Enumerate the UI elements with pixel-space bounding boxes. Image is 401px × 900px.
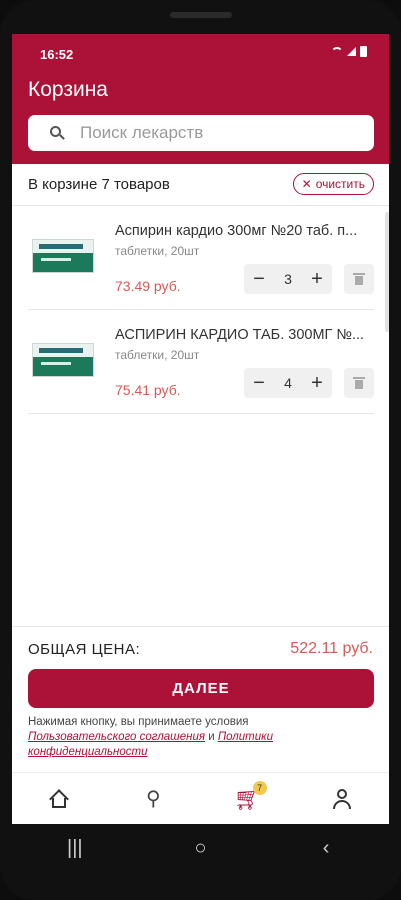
quantity-value: 4 bbox=[284, 375, 292, 391]
item-subtitle: таблетки, 20шт bbox=[115, 348, 200, 362]
total-value: 522.11 руб. bbox=[290, 640, 373, 657]
battery-icon bbox=[360, 46, 367, 57]
speaker-grille bbox=[170, 12, 232, 18]
signal-icon bbox=[347, 47, 356, 56]
close-icon: ✕ bbox=[301, 177, 312, 191]
status-icons bbox=[331, 46, 367, 57]
scrollbar[interactable] bbox=[385, 212, 389, 332]
status-time: 16:52 bbox=[40, 47, 74, 62]
recent-apps-icon[interactable]: ||| bbox=[45, 837, 105, 860]
home-icon bbox=[49, 788, 70, 809]
nav-catalog[interactable]: ⚲ bbox=[128, 779, 178, 819]
nav-profile[interactable] bbox=[317, 779, 367, 819]
item-price: 75.41 руб. bbox=[115, 382, 181, 398]
nav-cart[interactable]: 🛒︎ 7 bbox=[223, 779, 273, 819]
cart-item[interactable]: АСПИРИН КАРДИО ТАБ. 300МГ №... таблетки,… bbox=[28, 310, 374, 414]
product-image[interactable] bbox=[32, 343, 94, 377]
cart-badge: 7 bbox=[252, 780, 267, 795]
item-subtitle: таблетки, 20шт bbox=[115, 244, 200, 258]
wifi-icon bbox=[331, 47, 343, 56]
home-circle-icon[interactable]: ○ bbox=[170, 837, 230, 860]
increase-button[interactable]: + bbox=[302, 264, 332, 294]
cart-item[interactable]: Аспирин кардио 300мг №20 таб. п... табле… bbox=[28, 206, 374, 310]
delete-item-button[interactable] bbox=[344, 264, 374, 294]
system-navigation-bar: ||| ○ ‹ bbox=[12, 824, 389, 872]
trash-icon bbox=[353, 273, 365, 285]
item-price: 73.49 руб. bbox=[115, 278, 181, 294]
profile-icon bbox=[332, 788, 351, 809]
catalog-search-icon: ⚲ bbox=[146, 787, 161, 810]
app-screen: 16:52 Корзина В корзине 7 товаров ✕ очис… bbox=[12, 34, 389, 824]
trash-icon bbox=[353, 377, 365, 389]
increase-button[interactable]: + bbox=[302, 368, 332, 398]
terms-and: и bbox=[208, 731, 215, 743]
clear-cart-button[interactable]: ✕ очистить bbox=[292, 173, 374, 195]
terms-intro: Нажимая кнопку, вы принимаете условия bbox=[28, 716, 249, 728]
user-agreement-link[interactable]: Пользовательского соглашения bbox=[28, 731, 205, 743]
item-name[interactable]: АСПИРИН КАРДИО ТАБ. 300МГ №... bbox=[115, 327, 374, 343]
phone-frame: 16:52 Корзина В корзине 7 товаров ✕ очис… bbox=[0, 0, 401, 900]
search-box[interactable] bbox=[28, 115, 374, 151]
cart-count-text: В корзине 7 товаров bbox=[28, 176, 170, 193]
bottom-navigation: ⚲ 🛒︎ 7 bbox=[12, 772, 389, 824]
decrease-button[interactable]: − bbox=[244, 368, 274, 398]
quantity-stepper: − 4 + bbox=[244, 368, 332, 398]
quantity-stepper: − 3 + bbox=[244, 264, 332, 294]
search-input[interactable] bbox=[80, 123, 370, 143]
total-label: ОБЩАЯ ЦЕНА: bbox=[28, 641, 141, 658]
item-name[interactable]: Аспирин кардио 300мг №20 таб. п... bbox=[115, 223, 374, 239]
page-title: Корзина bbox=[28, 78, 108, 101]
quantity-value: 3 bbox=[284, 271, 292, 287]
delete-item-button[interactable] bbox=[344, 368, 374, 398]
cart-info-bar: В корзине 7 товаров ✕ очистить bbox=[12, 164, 389, 206]
next-button[interactable]: ДАЛЕЕ bbox=[28, 669, 374, 708]
back-icon[interactable]: ‹ bbox=[296, 837, 356, 860]
clear-cart-label: очистить bbox=[315, 177, 365, 191]
nav-home[interactable] bbox=[34, 779, 84, 819]
product-image[interactable] bbox=[32, 239, 94, 273]
app-header: 16:52 Корзина bbox=[12, 34, 389, 164]
terms-text: Нажимая кнопку, вы принимаете условия По… bbox=[28, 715, 374, 760]
decrease-button[interactable]: − bbox=[244, 264, 274, 294]
search-icon bbox=[28, 115, 70, 151]
